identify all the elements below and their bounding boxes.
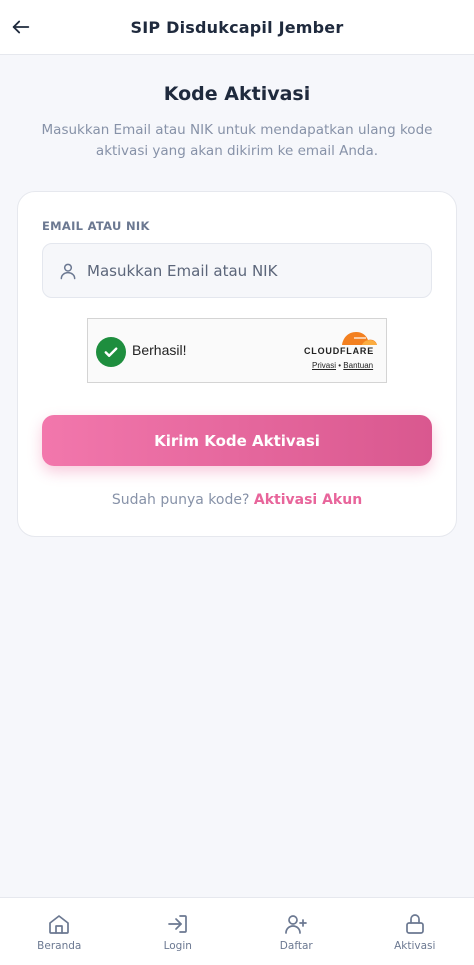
have-code-prompt: Sudah punya kode?	[111, 492, 250, 508]
nav-item-login[interactable]: Login	[119, 898, 238, 965]
cloudflare-cloud-icon	[342, 332, 377, 345]
link-separator: •	[338, 361, 342, 370]
captcha-status: Berhasil!	[132, 342, 187, 358]
user-plus-icon	[285, 915, 308, 934]
home-icon	[49, 915, 70, 934]
activation-card: EMAIL ATAU NIK Berhasil! CLOUDFLARE Priv…	[17, 191, 457, 537]
help-link[interactable]: Bantuan	[343, 361, 373, 370]
cloudflare-logo: CLOUDFLARE	[304, 329, 380, 359]
user-icon	[58, 261, 78, 281]
nav-item-beranda[interactable]: Beranda	[0, 898, 119, 965]
privacy-link[interactable]: Privasi	[312, 361, 336, 370]
activate-account-link[interactable]: Aktivasi Akun	[254, 492, 362, 508]
nav-label-login: Login	[163, 940, 192, 952]
lock-icon	[405, 914, 424, 934]
cloudflare-captcha[interactable]: Berhasil! CLOUDFLARE Privasi • Bantuan	[87, 318, 387, 383]
cloudflare-wordmark: CLOUDFLARE	[304, 346, 374, 356]
page-title: Kode Aktivasi	[163, 83, 311, 105]
check-circle-icon	[96, 337, 126, 367]
arrow-left-icon	[12, 20, 30, 34]
app-bar: SIP Disdukcapil Jember	[0, 0, 474, 55]
nav-label-beranda: Beranda	[37, 940, 82, 952]
login-icon	[167, 915, 187, 933]
nav-label-aktivasi: Aktivasi	[394, 940, 436, 952]
app-title: SIP Disdukcapil Jember	[130, 17, 344, 37]
email-nik-label: EMAIL ATAU NIK	[42, 219, 150, 233]
email-nik-field[interactable]	[42, 243, 432, 298]
nav-label-daftar: Daftar	[279, 940, 313, 952]
page-description: Masukkan Email atau NIK untuk mendapatka…	[41, 122, 433, 159]
back-button[interactable]	[6, 12, 36, 42]
send-activation-code-button[interactable]: Kirim Kode Aktivasi	[42, 415, 432, 466]
have-code-text: Sudah punya kode? Aktivasi Akun	[18, 492, 456, 508]
nav-item-daftar[interactable]: Daftar	[237, 898, 356, 965]
captcha-links: Privasi • Bantuan	[312, 361, 373, 370]
nav-item-aktivasi[interactable]: Aktivasi	[356, 898, 474, 965]
email-nik-input[interactable]	[87, 244, 431, 297]
bottom-navigation: Beranda Login Daftar Aktivasi	[0, 897, 474, 965]
